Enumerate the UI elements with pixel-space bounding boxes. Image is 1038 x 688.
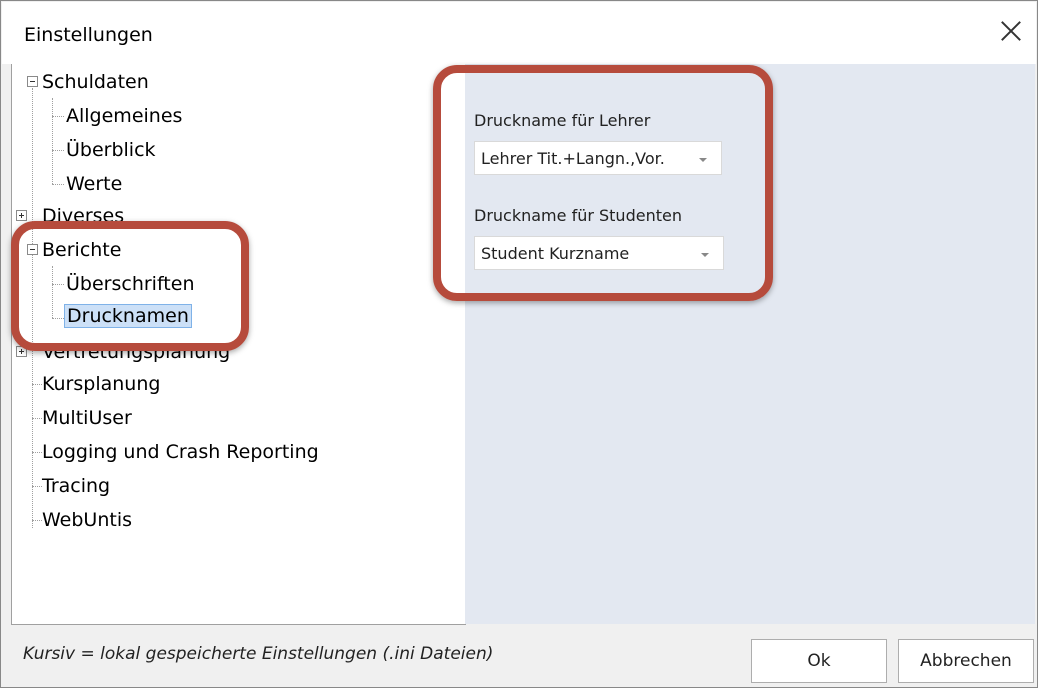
highlight-annotation bbox=[433, 65, 773, 301]
dialog-title: Einstellungen bbox=[24, 24, 153, 46]
title-bar: Einstellungen bbox=[2, 2, 1036, 64]
tree-item-kursplanung[interactable]: Kursplanung bbox=[42, 372, 160, 396]
tree-item-werte[interactable]: Werte bbox=[66, 172, 122, 196]
ok-button[interactable]: Ok bbox=[751, 639, 887, 683]
tree-item-tracing[interactable]: Tracing bbox=[42, 474, 110, 498]
tree-connector bbox=[52, 184, 64, 185]
tree-item-label: Kursplanung bbox=[42, 373, 161, 395]
tree-item-multiuser[interactable]: MultiUser bbox=[42, 406, 132, 430]
tree-item-webuntis[interactable]: WebUntis bbox=[42, 508, 132, 532]
tree-connector bbox=[52, 116, 64, 117]
tree-item-label: MultiUser bbox=[42, 407, 132, 429]
settings-dialog: Einstellungen Schuldaten Allgemeines Übe… bbox=[0, 0, 1038, 688]
tree-item-logging[interactable]: Logging und Crash Reporting bbox=[42, 440, 319, 464]
tree-connector bbox=[32, 520, 42, 521]
tree-item-label: Schuldaten bbox=[42, 71, 149, 93]
footer-hint: Kursiv = lokal gespeicherte Einstellunge… bbox=[23, 644, 494, 664]
tree-item-label: Werte bbox=[66, 173, 123, 195]
tree-item-label: Überblick bbox=[66, 139, 156, 161]
tree-connector bbox=[52, 98, 53, 184]
tree-item-label: WebUntis bbox=[42, 509, 132, 531]
tree-connector bbox=[32, 486, 42, 487]
expand-icon[interactable] bbox=[16, 210, 27, 221]
tree-connector bbox=[32, 452, 42, 453]
tree-item-label: Logging und Crash Reporting bbox=[42, 441, 319, 463]
tree-item-schuldaten[interactable]: Schuldaten bbox=[42, 70, 149, 94]
tree-connector bbox=[32, 418, 42, 419]
tree-item-ueberblick[interactable]: Überblick bbox=[66, 138, 156, 162]
tree-item-label: Allgemeines bbox=[66, 105, 183, 127]
cancel-button[interactable]: Abbrechen bbox=[898, 639, 1034, 683]
tree-connector bbox=[32, 384, 42, 385]
close-icon[interactable] bbox=[996, 16, 1026, 46]
tree-item-label: Tracing bbox=[42, 475, 111, 497]
collapse-icon[interactable] bbox=[27, 76, 38, 87]
tree-connector bbox=[52, 150, 64, 151]
highlight-annotation bbox=[11, 221, 249, 351]
tree-item-allgemeines[interactable]: Allgemeines bbox=[66, 104, 182, 128]
